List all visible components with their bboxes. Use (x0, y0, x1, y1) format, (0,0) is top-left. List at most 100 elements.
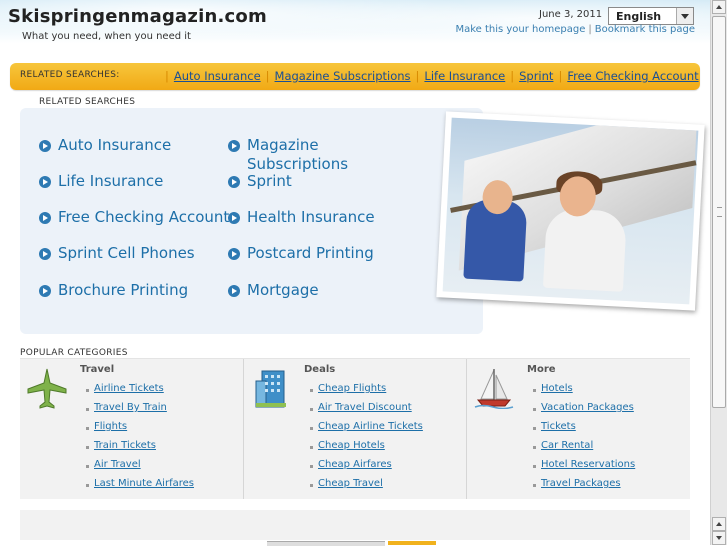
related-item[interactable]: Mortgage (228, 281, 422, 300)
scroll-up-button[interactable] (712, 517, 726, 531)
category-more: More Hotels Vacation Packages Tickets Ca… (466, 359, 689, 499)
related-item[interactable]: Sprint Cell Phones (39, 244, 233, 263)
related-searches-panel: Auto Insurance Magazine Subscriptions Li… (20, 108, 483, 334)
related-item[interactable]: Brochure Printing (39, 281, 233, 300)
arrow-circle-icon (228, 212, 240, 224)
arrow-circle-icon (228, 285, 240, 297)
related-searches-title: RELATED SEARCHES (39, 97, 136, 107)
category-deals: Deals Cheap Flights Air Travel Discount … (243, 359, 466, 499)
list-item: Cheap Flights (310, 383, 423, 402)
list-item: Tickets (533, 421, 635, 440)
category-link[interactable]: Air Travel Discount (318, 402, 412, 413)
language-selected: English (616, 10, 662, 23)
category-link[interactable]: Last Minute Airfares (94, 478, 194, 489)
separator: | (165, 69, 169, 83)
sailing-photo (436, 111, 705, 311)
related-link[interactable]: Magazine Subscriptions (247, 136, 348, 173)
category-link[interactable]: Train Tickets (94, 440, 156, 451)
category-link[interactable]: Cheap Airline Tickets (318, 421, 423, 432)
arrow-circle-icon (39, 285, 51, 297)
list-item: Car Rental (533, 440, 635, 459)
category-list: Cheap Flights Air Travel Discount Cheap … (310, 383, 423, 497)
site-title[interactable]: Skispringenmagazin.com (8, 6, 267, 27)
bar-link-life-insurance[interactable]: Life Insurance (424, 69, 505, 83)
list-item: Cheap Airfares (310, 459, 423, 478)
related-item[interactable]: Magazine Subscriptions (228, 136, 422, 174)
category-link[interactable]: Vacation Packages (541, 402, 634, 413)
related-item[interactable]: Auto Insurance (39, 136, 233, 155)
category-link[interactable]: Flights (94, 421, 127, 432)
category-list: Hotels Vacation Packages Tickets Car Ren… (533, 383, 635, 497)
related-item[interactable]: Postcard Printing (228, 244, 422, 263)
search-button[interactable] (388, 541, 436, 545)
list-item: Airline Tickets (86, 383, 194, 402)
scroll-up-button[interactable] (712, 0, 726, 14)
scroll-thumb[interactable] (712, 16, 726, 408)
list-item: Travel Packages (533, 478, 635, 497)
category-travel: Travel Airline Tickets Travel By Train F… (20, 359, 242, 499)
list-item: Vacation Packages (533, 402, 635, 421)
related-item[interactable]: Health Insurance (228, 208, 422, 227)
top-links: Make this your homepage | Bookmark this pa… (455, 24, 695, 35)
arrow-circle-icon (228, 176, 240, 188)
arrow-circle-icon (228, 140, 240, 152)
arrow-circle-icon (228, 248, 240, 260)
category-heading: Travel (80, 364, 115, 375)
related-searches-bar: RELATED SEARCHES: | Auto Insurance | Magazi… (10, 63, 700, 90)
category-link[interactable]: Travel Packages (541, 478, 621, 489)
make-homepage-link[interactable]: Make this your homepage (455, 24, 585, 35)
list-item: Air Travel (86, 459, 194, 478)
category-link[interactable]: Cheap Airfares (318, 459, 392, 470)
bar-link-sprint[interactable]: Sprint (519, 69, 553, 83)
related-link[interactable]: Free Checking Account (58, 208, 229, 226)
arrow-circle-icon (39, 176, 51, 188)
chevron-down-icon[interactable] (676, 8, 693, 24)
category-link[interactable]: Cheap Hotels (318, 440, 385, 451)
related-link[interactable]: Postcard Printing (247, 244, 374, 262)
list-item: Cheap Airline Tickets (310, 421, 423, 440)
list-item: Cheap Travel (310, 478, 423, 497)
related-link[interactable]: Brochure Printing (58, 281, 188, 299)
list-item: Travel By Train (86, 402, 194, 421)
language-select[interactable]: English (608, 7, 694, 25)
category-link[interactable]: Airline Tickets (94, 383, 164, 394)
category-link[interactable]: Hotel Reservations (541, 459, 635, 470)
category-link[interactable]: Car Rental (541, 440, 593, 451)
separator: | (558, 69, 563, 83)
separator: | (265, 69, 270, 83)
bar-link-auto-insurance[interactable]: Auto Insurance (174, 69, 261, 83)
category-link[interactable]: Cheap Travel (318, 478, 383, 489)
category-link[interactable]: Air Travel (94, 459, 141, 470)
related-item[interactable]: Life Insurance (39, 172, 233, 191)
bar-link-magazine-subscriptions[interactable]: Magazine Subscriptions (275, 69, 411, 83)
list-item: Hotel Reservations (533, 459, 635, 478)
related-item[interactable]: Sprint (228, 172, 422, 191)
related-item[interactable]: Free Checking Account (39, 208, 233, 227)
related-link[interactable]: Health Insurance (247, 208, 375, 226)
category-list: Airline Tickets Travel By Train Flights … (86, 383, 194, 497)
photo-image (442, 117, 699, 305)
category-link[interactable]: Hotels (541, 383, 573, 394)
arrow-circle-icon (39, 248, 51, 260)
person-shirt (542, 207, 628, 292)
bar-label: RELATED SEARCHES: (20, 70, 120, 80)
tagline: What you need, when you need it (22, 31, 191, 42)
category-link[interactable]: Travel By Train (94, 402, 167, 413)
scroll-down-button[interactable] (712, 531, 726, 545)
category-link[interactable]: Tickets (541, 421, 576, 432)
separator: | (510, 69, 515, 83)
sailboat-icon (474, 369, 514, 409)
related-link[interactable]: Life Insurance (58, 172, 163, 190)
related-link[interactable]: Auto Insurance (58, 136, 171, 154)
footer-panel (20, 510, 690, 540)
separator: | (588, 24, 592, 35)
hotel-building-icon (255, 370, 286, 408)
category-link[interactable]: Cheap Flights (318, 383, 386, 394)
search-input[interactable] (267, 541, 385, 546)
vertical-scrollbar[interactable] (710, 0, 727, 545)
related-link[interactable]: Sprint Cell Phones (58, 244, 195, 262)
related-link[interactable]: Mortgage (247, 281, 319, 299)
bookmark-link[interactable]: Bookmark this page (595, 24, 695, 35)
bar-link-free-checking[interactable]: Free Checking Account (567, 69, 698, 83)
related-link[interactable]: Sprint (247, 172, 292, 190)
